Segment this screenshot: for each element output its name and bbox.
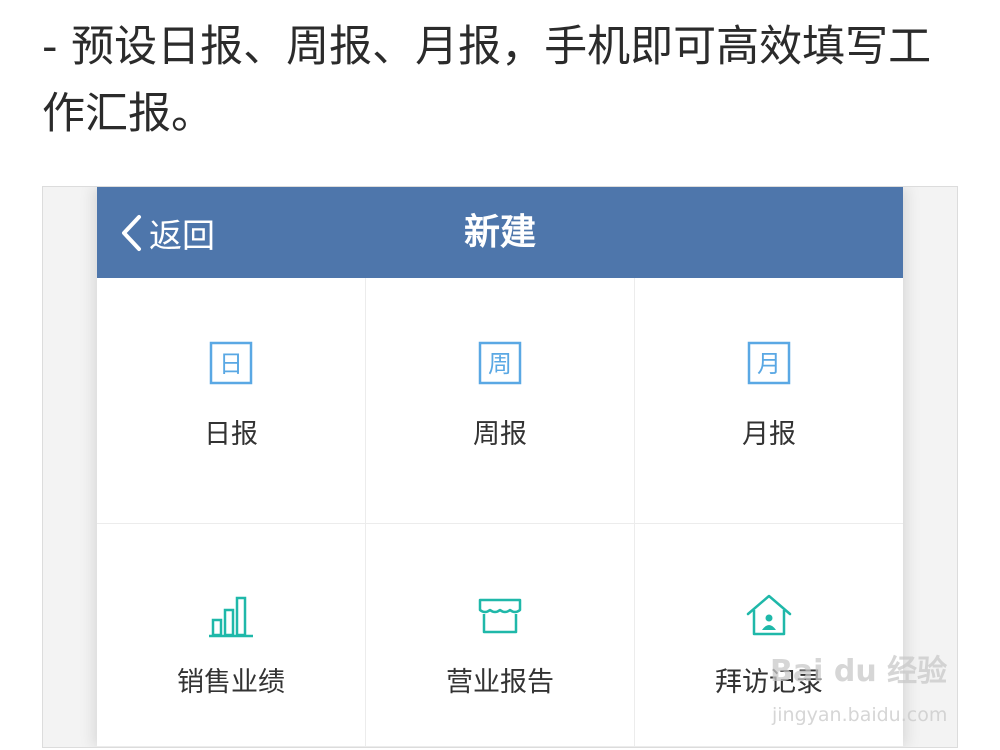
report-type-grid: 日 日报 周 周报 月 月报 销售业绩 营业报告 拜访记录 bbox=[97, 278, 903, 747]
weekly-report-label: 周报 bbox=[473, 419, 527, 450]
svg-text:月: 月 bbox=[757, 350, 781, 378]
sales-performance-label: 销售业绩 bbox=[177, 667, 285, 698]
calendar-month-icon: 月 bbox=[747, 341, 791, 385]
back-label: 返回 bbox=[149, 215, 215, 255]
sales-performance-item[interactable]: 销售业绩 bbox=[97, 524, 366, 747]
daily-report-item[interactable]: 日 日报 bbox=[97, 278, 366, 524]
monthly-report-item[interactable]: 月 月报 bbox=[635, 278, 903, 524]
svg-text:日: 日 bbox=[219, 350, 243, 378]
daily-report-label: 日报 bbox=[204, 419, 258, 450]
phone-screen: 返回 新建 日 日报 周 周报 月 月报 销售业绩 营业报告 拜访记录 bbox=[97, 187, 903, 747]
home-person-icon bbox=[746, 594, 792, 636]
back-button[interactable]: 返回 bbox=[119, 187, 215, 278]
navigation-bar: 返回 新建 bbox=[97, 187, 903, 278]
screenshot-frame: 返回 新建 日 日报 周 周报 月 月报 销售业绩 营业报告 拜访记录 bbox=[42, 186, 958, 748]
calendar-day-icon: 日 bbox=[209, 341, 253, 385]
calendar-week-icon: 周 bbox=[478, 341, 522, 385]
visit-record-label: 拜访记录 bbox=[715, 667, 823, 698]
page-title: 新建 bbox=[463, 212, 536, 253]
visit-record-item[interactable]: 拜访记录 bbox=[635, 524, 903, 747]
weekly-report-item[interactable]: 周 周报 bbox=[366, 278, 635, 524]
caption-text: - 预设日报、周报、月报，手机即可高效填写工作汇报。 bbox=[42, 22, 932, 139]
storefront-icon bbox=[478, 598, 522, 634]
business-report-item[interactable]: 营业报告 bbox=[366, 524, 635, 747]
bar-chart-icon bbox=[209, 596, 253, 638]
svg-text:周: 周 bbox=[488, 350, 512, 378]
chevron-left-icon bbox=[122, 214, 141, 251]
business-report-label: 营业报告 bbox=[446, 667, 554, 698]
monthly-report-label: 月报 bbox=[742, 419, 796, 450]
